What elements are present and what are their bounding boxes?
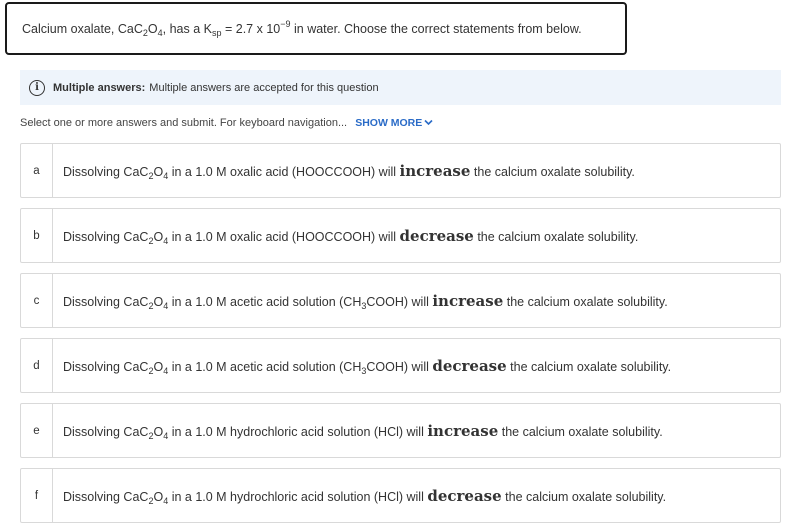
instructions: Select one or more answers and submit. F…: [20, 117, 433, 129]
option-text: Dissolving CaC2O4 in a 1.0 M hydrochlori…: [63, 486, 667, 506]
question-text: Calcium oxalate, CaC2O4, has a Ksp = 2.7…: [22, 18, 582, 38]
option-text: Dissolving CaC2O4 in a 1.0 M hydrochlori…: [63, 421, 663, 441]
option-text: Dissolving CaC2O4 in a 1.0 M acetic acid…: [63, 291, 668, 311]
banner-text: Multiple answers are accepted for this q…: [149, 81, 379, 94]
instructions-text: Select one or more answers and submit. F…: [20, 117, 348, 129]
answer-option-a[interactable]: a Dissolving CaC2O4 in a 1.0 M oxalic aci…: [20, 143, 781, 198]
answer-option-d[interactable]: d Dissolving CaC2O4 in a 1.0 M acetic aci…: [20, 338, 781, 393]
option-text: Dissolving CaC2O4 in a 1.0 M oxalic acid…: [63, 161, 635, 181]
option-keyword: increase: [427, 421, 499, 440]
answer-option-c[interactable]: c Dissolving CaC2O4 in a 1.0 M acetic aci…: [20, 273, 781, 328]
question-prompt: Calcium oxalate, CaC2O4, has a Ksp = 2.7…: [5, 2, 627, 55]
option-letter: b: [21, 209, 53, 262]
option-letter: f: [21, 469, 53, 522]
option-letter: d: [21, 339, 53, 392]
chevron-down-icon: [424, 119, 433, 126]
show-more-button[interactable]: SHOW MORE: [355, 117, 433, 129]
option-keyword: decrease: [427, 486, 502, 505]
option-letter: a: [21, 144, 53, 197]
answer-option-f[interactable]: f Dissolving CaC2O4 in a 1.0 M hydrochlor…: [20, 468, 781, 523]
option-keyword: decrease: [399, 226, 474, 245]
option-letter: e: [21, 404, 53, 457]
option-text: Dissolving CaC2O4 in a 1.0 M oxalic acid…: [63, 226, 639, 246]
multiple-answers-banner: i Multiple answers: Multiple answers are…: [20, 70, 781, 105]
option-letter: c: [21, 274, 53, 327]
option-keyword: increase: [432, 291, 504, 310]
option-keyword: increase: [399, 161, 471, 180]
banner-label: Multiple answers:: [53, 81, 146, 94]
answer-option-e[interactable]: e Dissolving CaC2O4 in a 1.0 M hydrochlor…: [20, 403, 781, 458]
option-text: Dissolving CaC2O4 in a 1.0 M acetic acid…: [63, 356, 672, 376]
option-keyword: decrease: [432, 356, 507, 375]
answer-option-b[interactable]: b Dissolving CaC2O4 in a 1.0 M oxalic aci…: [20, 208, 781, 263]
info-icon: i: [29, 79, 45, 96]
